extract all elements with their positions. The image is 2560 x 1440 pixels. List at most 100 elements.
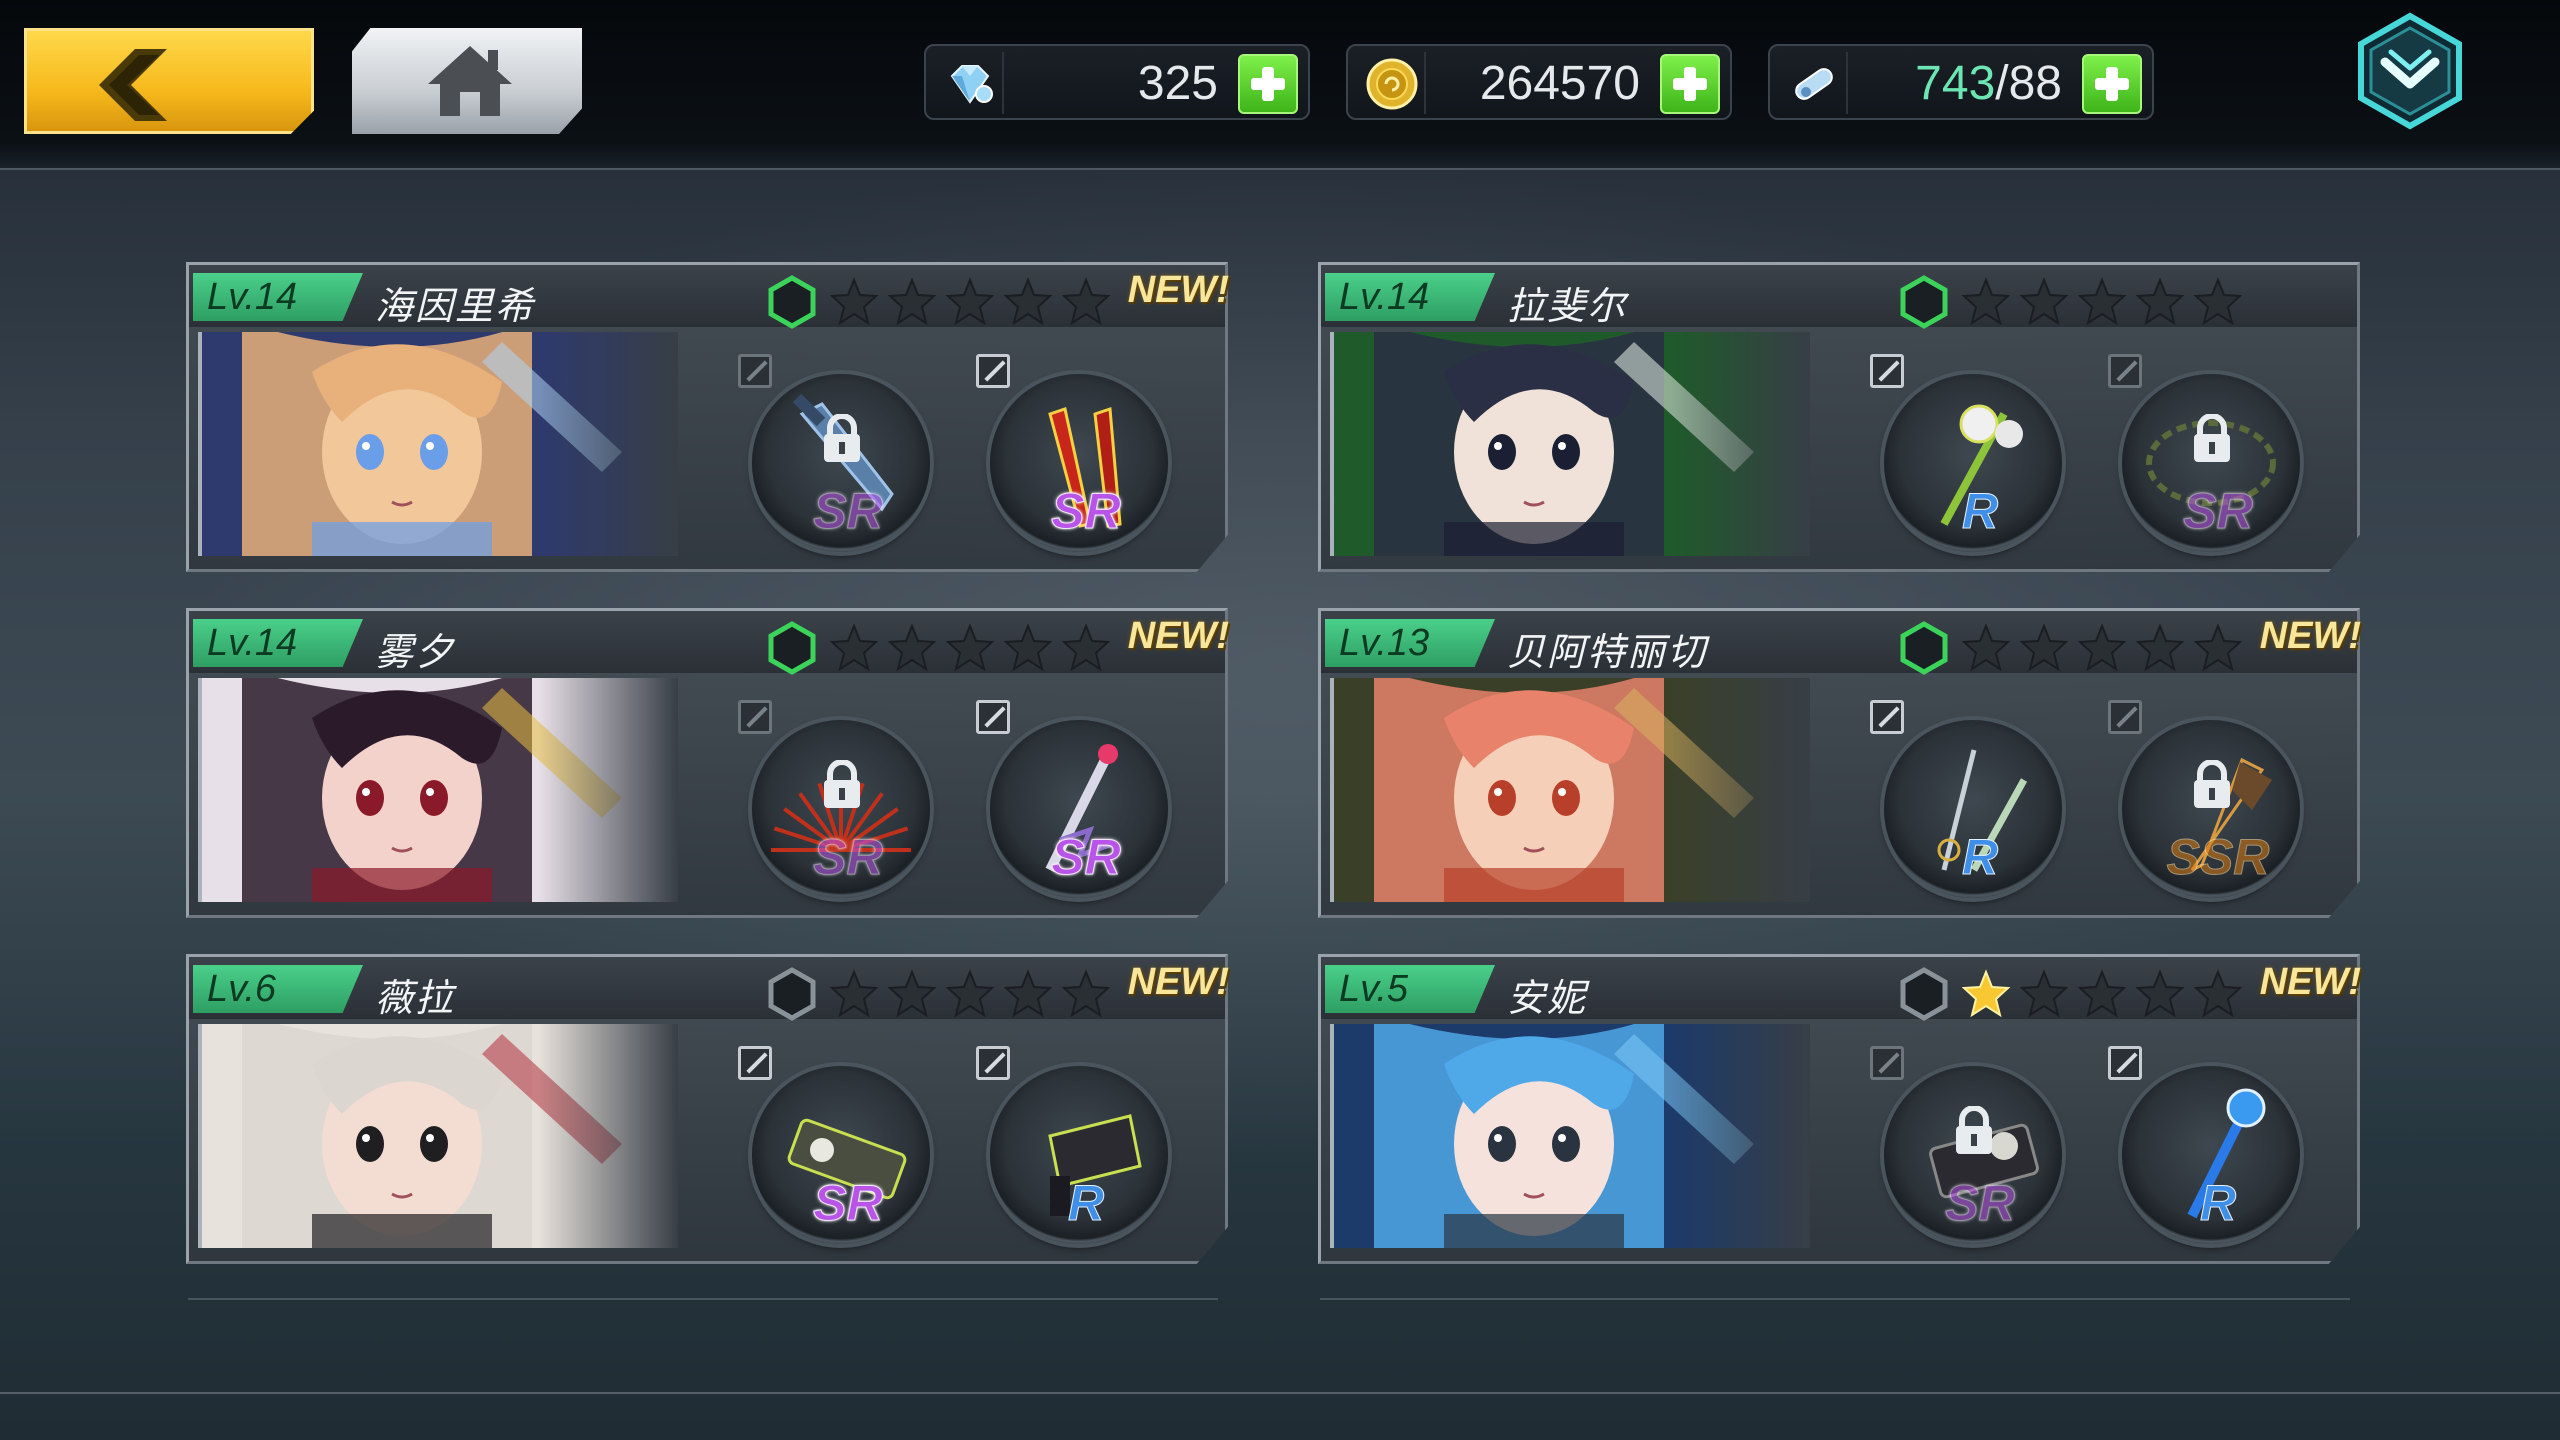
portrait-fade [538,678,678,902]
weapon-slot[interactable]: SR [1870,1046,2062,1246]
menu-toggle-button[interactable] [2355,12,2465,130]
weapon-slot[interactable]: R [1870,354,2062,554]
weapon-slot[interactable]: SR [738,1046,930,1246]
hero-name: 海因里希 [375,284,536,328]
hero-name: 贝阿特丽切 [1507,630,1708,674]
portrait-fade [1670,678,1810,902]
card-header: Lv.6 薇拉 NEW! [189,957,1229,1021]
star-rating [1961,969,2243,1019]
hero-card[interactable]: Lv.13 贝阿特丽切 NEW! R SSR [1318,608,2361,918]
hero-portrait[interactable] [1330,678,1810,902]
new-badge: NEW! [1127,615,1229,657]
edit-icon[interactable] [738,700,772,734]
lock-icon [1956,1106,1992,1154]
hero-portrait[interactable] [198,1024,678,1248]
level-badge: Lv.6 [193,965,363,1013]
portrait-fade [1670,332,1810,556]
stamina-ticket-icon [1778,52,1848,114]
rank-hexagon-icon [767,967,817,1025]
weapon-slot[interactable]: SR [2108,354,2300,554]
hero-card[interactable]: Lv.14 海因里希 NEW! SR SR [186,262,1229,572]
add-gold-button[interactable] [1660,54,1720,114]
hero-portrait[interactable] [1330,1024,1810,1248]
weapon-rarity: SR [2183,483,2253,540]
new-badge: NEW! [2259,615,2361,657]
weapon-slot[interactable]: SR [738,354,930,554]
rank-hexagon-icon [1899,275,1949,333]
hero-card[interactable]: Lv.6 薇拉 NEW! SR R [186,954,1229,1264]
diamond-icon [934,52,1004,114]
star-rating [829,277,1111,327]
hero-portrait[interactable] [198,332,678,556]
star-rating [1961,277,2243,327]
weapon-rarity: SR [813,829,883,886]
gold-coin-icon [1356,52,1426,114]
edit-icon[interactable] [976,700,1010,734]
add-stamina-button[interactable] [2082,54,2142,114]
rank-hexagon-icon [1899,621,1949,679]
star-rating [829,623,1111,673]
weapon-rarity: SR [1945,1175,2015,1232]
portrait-fade [538,332,678,556]
back-button[interactable] [24,28,314,134]
level-badge: Lv.13 [1325,619,1495,667]
weapon-rarity: R [1961,483,1999,540]
level-badge: Lv.5 [1325,965,1495,1013]
level-badge: Lv.14 [1325,273,1495,321]
stamina-current: 743 [1915,57,1996,110]
stamina-separator: / [1995,57,2009,110]
back-arrow-icon [99,49,167,121]
diamond-value: 325 [1137,57,1218,110]
edit-icon[interactable] [738,354,772,388]
hero-name: 安妮 [1507,976,1588,1020]
hero-card[interactable]: Lv.14 拉斐尔 R SR [1318,262,2360,572]
chevron-down-shield-icon [2358,12,2462,130]
home-button[interactable] [352,28,582,134]
hero-name: 拉斐尔 [1507,284,1628,328]
edit-icon[interactable] [976,354,1010,388]
weapon-slot[interactable]: R [2108,1046,2300,1246]
level-badge: Lv.14 [193,619,363,667]
weapon-rarity: R [1961,829,1999,886]
footer-divider [0,1392,2560,1394]
weapon-slot[interactable]: SSR [2108,700,2300,900]
edit-icon[interactable] [2108,700,2142,734]
hero-card[interactable]: Lv.5 安妮 NEW! SR R [1318,954,2361,1264]
add-diamond-button[interactable] [1238,54,1298,114]
hero-card[interactable]: Lv.14 雾夕 NEW! SR SR [186,608,1229,918]
weapon-slot[interactable]: SR [738,700,930,900]
section-divider-left [188,1298,1218,1300]
rank-hexagon-icon [767,621,817,679]
edit-icon[interactable] [738,1046,772,1080]
new-badge: NEW! [1127,269,1229,311]
home-icon [428,46,512,116]
stamina-max: 88 [2008,57,2062,110]
star-rating [1961,623,2243,673]
hero-name: 薇拉 [375,976,456,1020]
level-badge: Lv.14 [193,273,363,321]
weapon-slot[interactable]: R [976,1046,1168,1246]
hero-portrait[interactable] [1330,332,1810,556]
weapon-slot[interactable]: SR [976,700,1168,900]
edit-icon[interactable] [1870,700,1904,734]
hero-portrait[interactable] [198,678,678,902]
star-rating [829,969,1111,1019]
weapon-rarity: SR [813,1175,883,1232]
card-header: Lv.5 安妮 NEW! [1321,957,2361,1021]
rank-hexagon-icon [767,275,817,333]
weapon-rarity: R [2199,1175,2237,1232]
card-header: Lv.14 海因里希 NEW! [189,265,1229,329]
lock-icon [824,414,860,462]
portrait-fade [1670,1024,1810,1248]
hero-name: 雾夕 [375,630,456,674]
edit-icon[interactable] [1870,354,1904,388]
stamina-value: 743/88 [1915,56,2062,111]
weapon-slot[interactable]: SR [976,354,1168,554]
weapon-rarity: SR [1051,483,1121,540]
edit-icon[interactable] [976,1046,1010,1080]
edit-icon[interactable] [2108,354,2142,388]
weapon-slot[interactable]: R [1870,700,2062,900]
edit-icon[interactable] [2108,1046,2142,1080]
edit-icon[interactable] [1870,1046,1904,1080]
weapon-rarity: SR [1051,829,1121,886]
